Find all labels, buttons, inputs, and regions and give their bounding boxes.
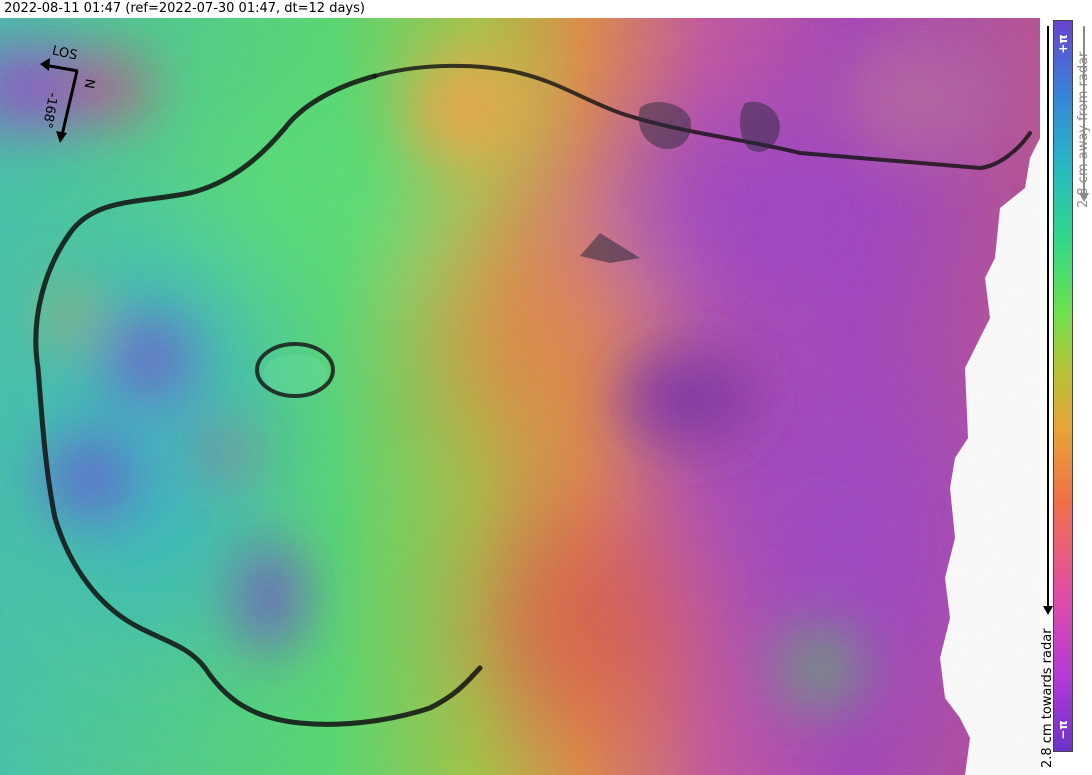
interferogram-map: LOS N -168° — [0, 18, 1040, 775]
colorbar-bottom-label: −π — [1056, 720, 1070, 740]
colorbar-top-label: +π — [1056, 34, 1070, 54]
figure-title: 2022-08-11 01:47 (ref=2022-07-30 01:47, … — [4, 1, 365, 16]
towards-radar-label: 2.8 cm towards radar — [1040, 628, 1055, 768]
towards-arrow-head — [1043, 606, 1053, 615]
phase-colorbar — [1053, 20, 1073, 752]
away-from-radar-label: 2.8 cm away from radar — [1076, 51, 1091, 208]
towards-arrow-line — [1047, 26, 1049, 610]
